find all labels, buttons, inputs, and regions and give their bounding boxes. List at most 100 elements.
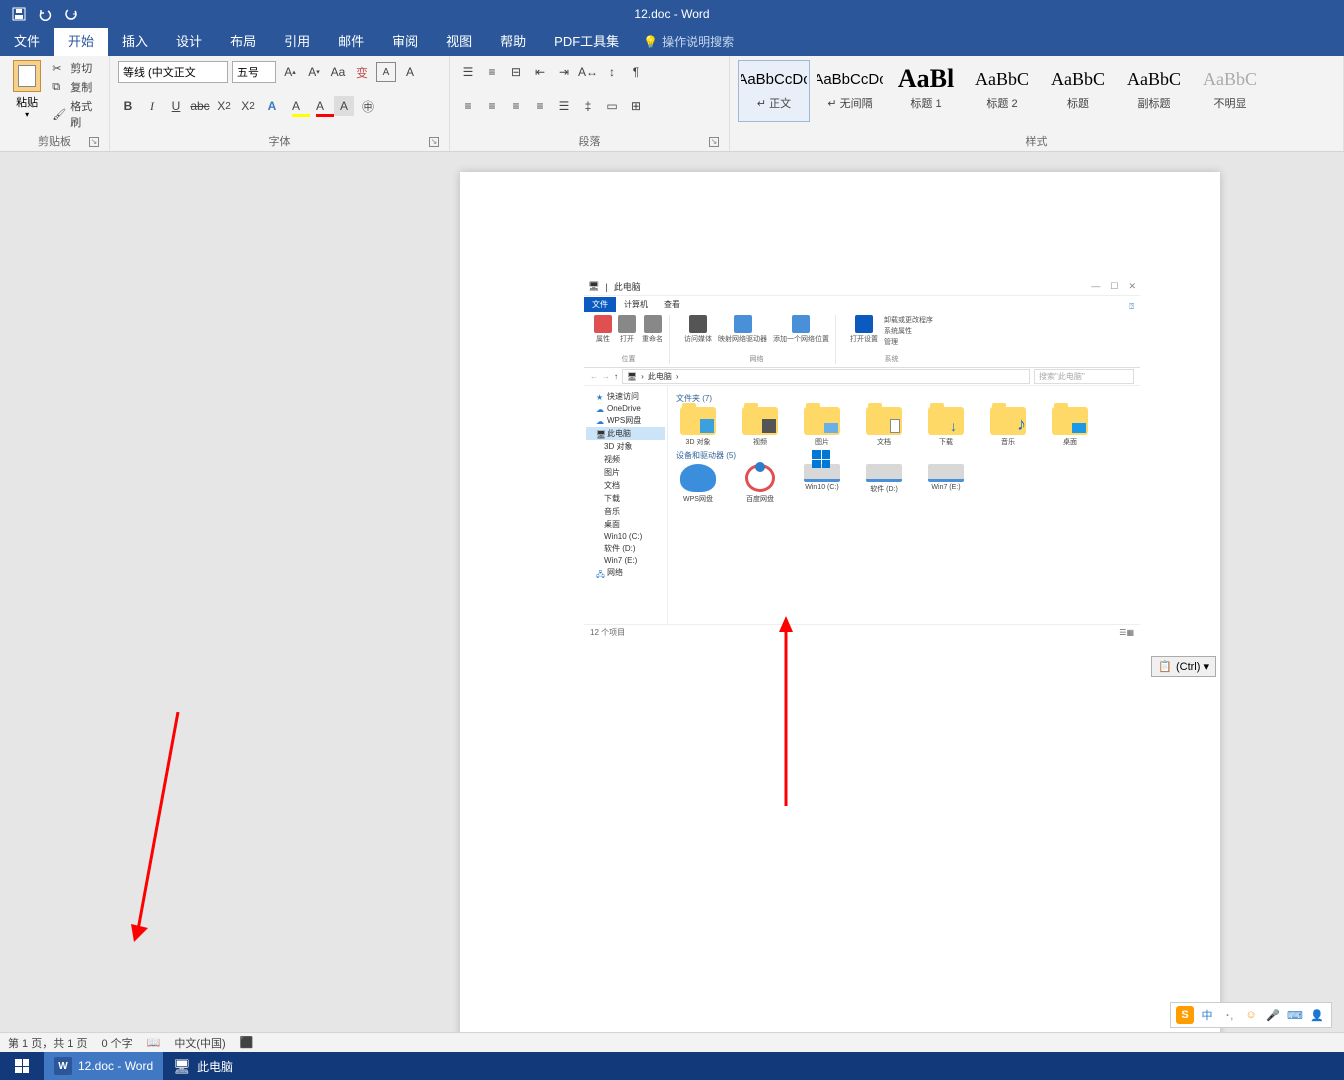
char-border-button[interactable]: A (376, 62, 396, 82)
bold-button[interactable]: B (118, 96, 138, 116)
italic-button[interactable]: I (142, 96, 162, 116)
strike-button[interactable]: abc (190, 96, 210, 116)
style-nospacing[interactable]: AaBbCcDc↵ 无间隔 (814, 60, 886, 122)
enclose-char-button[interactable]: ㊥ (358, 96, 378, 116)
undo-icon[interactable] (38, 7, 52, 21)
exp-open-button[interactable]: 打开 (618, 315, 636, 344)
line-spacing-button[interactable]: ‡ (578, 96, 598, 116)
exp-sysprop-link[interactable]: 系统属性 (884, 326, 933, 336)
spellcheck-icon[interactable]: 📖 (147, 1036, 161, 1049)
tab-pdf[interactable]: PDF工具集 (540, 25, 633, 56)
style-heading1[interactable]: AaBl标题 1 (890, 60, 962, 122)
exp-rename-button[interactable]: 重命名 (642, 315, 663, 344)
nav-up-icon[interactable]: ↑ (614, 372, 618, 381)
exp-tab-file[interactable]: 文件 (584, 297, 616, 312)
cut-button[interactable]: ✂剪切 (52, 60, 101, 76)
shrink-font-button[interactable]: A▾ (304, 62, 324, 82)
side-win10[interactable]: Win10 (C:) (586, 531, 665, 542)
exp-manage-link[interactable]: 管理 (884, 337, 933, 347)
underline-button[interactable]: U (166, 96, 186, 116)
folder-desktop[interactable]: 桌面 (1048, 407, 1092, 447)
superscript-button[interactable]: X2 (238, 96, 258, 116)
exp-tab-computer[interactable]: 计算机 (616, 297, 656, 312)
show-marks-button[interactable]: ¶ (626, 62, 646, 82)
text-effects-button[interactable]: A (262, 96, 282, 116)
redo-icon[interactable] (64, 7, 78, 21)
style-heading2[interactable]: AaBbC标题 2 (966, 60, 1038, 122)
ime-logo-icon[interactable]: S (1176, 1006, 1194, 1024)
drive-baidu[interactable]: 百度网盘 (738, 464, 782, 504)
macro-record-icon[interactable]: ⬛ (240, 1036, 254, 1049)
section-drives[interactable]: 设备和驱动器 (5) (676, 447, 1132, 464)
numbering-button[interactable]: ≡ (482, 62, 502, 82)
tab-view[interactable]: 视图 (432, 25, 486, 56)
tab-review[interactable]: 审阅 (378, 25, 432, 56)
grow-font-button[interactable]: A▴ (280, 62, 300, 82)
side-quick-access[interactable]: ★快速访问 (586, 390, 665, 403)
sort-button[interactable]: ↕ (602, 62, 622, 82)
drive-d[interactable]: 软件 (D:) (862, 464, 906, 504)
nav-back-icon[interactable]: ← (590, 372, 598, 381)
start-button[interactable] (0, 1052, 44, 1080)
clipboard-dialog-launcher[interactable]: ↘ (89, 137, 99, 147)
side-videos[interactable]: 视频 (586, 453, 665, 466)
tab-mailings[interactable]: 邮件 (324, 25, 378, 56)
style-subtle[interactable]: AaBbC不明显 (1194, 60, 1266, 122)
page-indicator[interactable]: 第 1 页，共 1 页 (8, 1035, 87, 1051)
side-wps[interactable]: ☁WPS网盘 (586, 414, 665, 427)
folder-music[interactable]: ♪音乐 (986, 407, 1030, 447)
tab-insert[interactable]: 插入 (108, 25, 162, 56)
exp-open-settings-button[interactable]: 打开设置 (850, 315, 878, 347)
word-count[interactable]: 0 个字 (101, 1035, 132, 1051)
paste-options-button[interactable]: 📋 (Ctrl) ▾ (1151, 656, 1216, 677)
shading-button[interactable]: ▭ (602, 96, 622, 116)
align-left-button[interactable]: ≡ (458, 96, 478, 116)
highlight-button[interactable]: A (286, 96, 306, 116)
folder-videos[interactable]: 视频 (738, 407, 782, 447)
font-name-select[interactable] (118, 61, 228, 83)
folder-documents[interactable]: 文档 (862, 407, 906, 447)
view-details-icon[interactable]: ☰ (1119, 628, 1126, 637)
subscript-button[interactable]: X2 (214, 96, 234, 116)
style-title[interactable]: AaBbC标题 (1042, 60, 1114, 122)
ime-kb-button[interactable]: ⌨ (1286, 1006, 1304, 1024)
side-onedrive[interactable]: ☁OneDrive (586, 403, 665, 414)
justify-button[interactable]: ≡ (530, 96, 550, 116)
ime-lang-button[interactable]: 中 (1198, 1006, 1216, 1024)
ime-user-button[interactable]: 👤 (1308, 1006, 1326, 1024)
taskbar-thispc[interactable]: 🖥 此电脑 (163, 1052, 243, 1080)
exp-map-drive-button[interactable]: 映射网络驱动器 (718, 315, 767, 344)
tell-me-search[interactable]: 💡 操作说明搜索 (633, 27, 744, 56)
drive-wps[interactable]: WPS网盘 (676, 464, 720, 504)
char-shading-button[interactable]: A (334, 96, 354, 116)
minimize-icon[interactable]: — (1091, 281, 1100, 292)
exp-access-media-button[interactable]: 访问媒体 (684, 315, 712, 344)
document-page[interactable]: 🖥 | 此电脑 — ☐ ✕ 文件 计算机 查看 ⍰ 属性 打开 (460, 172, 1220, 1032)
tab-help[interactable]: 帮助 (486, 25, 540, 56)
folder-3dobjects[interactable]: 3D 对象 (676, 407, 720, 447)
side-win7[interactable]: Win7 (E:) (586, 555, 665, 566)
align-center-button[interactable]: ≡ (482, 96, 502, 116)
help-icon[interactable]: ⍰ (1129, 302, 1134, 312)
paste-button[interactable]: 粘贴 ▾ (8, 60, 46, 119)
taskbar-word[interactable]: W 12.doc - Word (44, 1052, 163, 1080)
ime-face-button[interactable]: ☺ (1242, 1006, 1260, 1024)
exp-tab-view[interactable]: 查看 (656, 297, 688, 312)
copy-button[interactable]: ⧉复制 (52, 79, 101, 95)
side-documents[interactable]: 文档 (586, 479, 665, 492)
ime-mic-button[interactable]: 🎤 (1264, 1006, 1282, 1024)
side-pictures[interactable]: 图片 (586, 466, 665, 479)
drive-e[interactable]: Win7 (E:) (924, 464, 968, 504)
tab-references[interactable]: 引用 (270, 25, 324, 56)
ime-punct-button[interactable]: ･, (1220, 1006, 1238, 1024)
style-normal[interactable]: AaBbCcDc↵ 正文 (738, 60, 810, 122)
increase-indent-button[interactable]: ⇥ (554, 62, 574, 82)
style-gallery[interactable]: AaBbCcDc↵ 正文 AaBbCcDc↵ 无间隔 AaBl标题 1 AaBb… (738, 60, 1266, 122)
change-case-button[interactable]: Aa (328, 62, 348, 82)
side-music[interactable]: 音乐 (586, 505, 665, 518)
multilevel-button[interactable]: ⊟ (506, 62, 526, 82)
format-painter-button[interactable]: 🖌格式刷 (52, 98, 101, 130)
tab-design[interactable]: 设计 (162, 25, 216, 56)
folder-downloads[interactable]: ↓下载 (924, 407, 968, 447)
folder-pictures[interactable]: 图片 (800, 407, 844, 447)
